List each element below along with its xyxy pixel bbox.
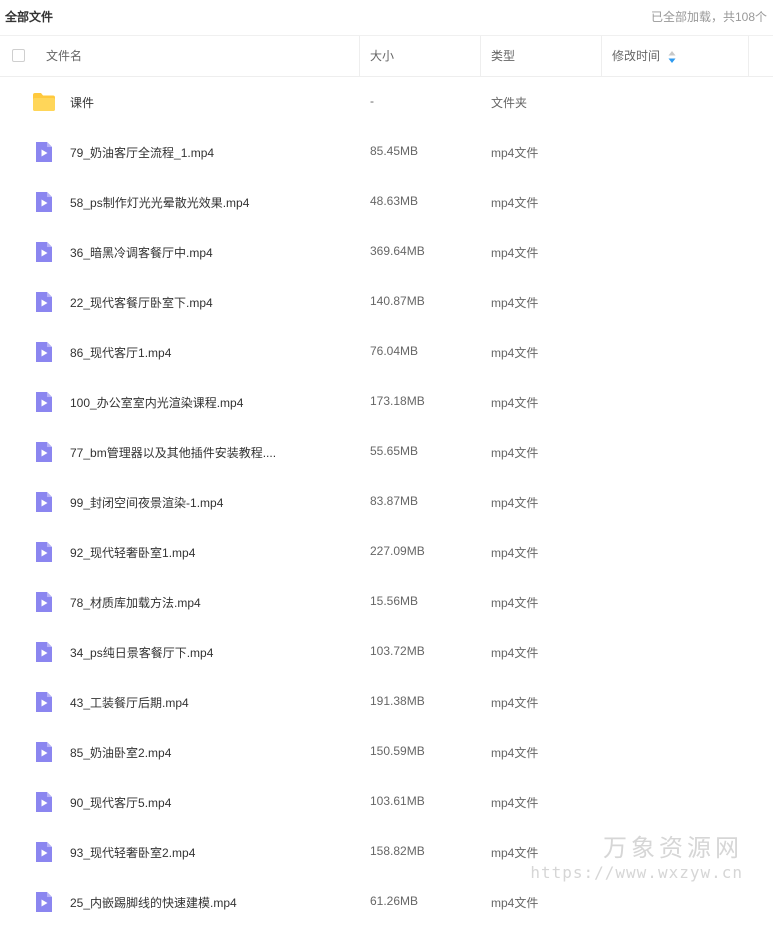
video-file-icon: [32, 290, 56, 314]
file-row[interactable]: 25_内嵌踢脚线的快速建模.mp4 61.26MB mp4文件: [0, 877, 773, 927]
file-row[interactable]: 77_bm管理器以及其他插件安装教程.... 55.65MB mp4文件: [0, 427, 773, 477]
file-name[interactable]: 25_内嵌踢脚线的快速建模.mp4: [70, 894, 350, 911]
column-header-size-label: 大小: [370, 49, 395, 63]
file-size: 369.64MB: [370, 244, 425, 258]
file-name[interactable]: 课件: [70, 94, 350, 111]
file-type: mp4文件: [491, 296, 539, 310]
file-size: 103.61MB: [370, 794, 425, 808]
file-size: 150.59MB: [370, 744, 425, 758]
file-name[interactable]: 34_ps纯日景客餐厅下.mp4: [70, 644, 350, 661]
file-size: -: [370, 94, 374, 108]
file-size: 191.38MB: [370, 694, 425, 708]
file-type: mp4文件: [491, 696, 539, 710]
file-row[interactable]: 43_工装餐厅后期.mp4 191.38MB mp4文件: [0, 677, 773, 727]
file-type: mp4文件: [491, 196, 539, 210]
file-name[interactable]: 58_ps制作灯光光晕散光效果.mp4: [70, 194, 350, 211]
file-row[interactable]: 34_ps纯日景客餐厅下.mp4 103.72MB mp4文件: [0, 627, 773, 677]
video-file-icon: [32, 340, 56, 364]
file-size: 48.63MB: [370, 194, 419, 208]
video-file-icon: [32, 840, 56, 864]
video-file-icon: [32, 740, 56, 764]
file-row[interactable]: 100_办公室室内光渲染课程.mp4 173.18MB mp4文件: [0, 377, 773, 427]
file-name[interactable]: 77_bm管理器以及其他插件安装教程....: [70, 444, 350, 461]
file-row[interactable]: 78_材质库加载方法.mp4 15.56MB mp4文件: [0, 577, 773, 627]
file-size: 103.72MB: [370, 644, 425, 658]
file-size: 83.87MB: [370, 494, 419, 508]
column-header-name-label: 文件名: [46, 49, 83, 63]
file-row[interactable]: 90_现代客厅5.mp4 103.61MB mp4文件: [0, 777, 773, 827]
file-type: mp4文件: [491, 546, 539, 560]
file-list: 课件 - 文件夹 79_奶油客厅全流程_1.mp4 85.45MB mp4文件 58_ps制…: [0, 77, 773, 927]
sort-icon[interactable]: [668, 51, 676, 63]
top-bar: 全部文件 已全部加载，共108个: [0, 0, 773, 36]
file-size: 173.18MB: [370, 394, 425, 408]
column-header-type-label: 类型: [491, 49, 516, 63]
video-file-icon: [32, 240, 56, 264]
video-file-icon: [32, 490, 56, 514]
column-header-type[interactable]: 类型: [481, 36, 602, 76]
file-name[interactable]: 100_办公室室内光渲染课程.mp4: [70, 394, 350, 411]
video-file-icon: [32, 890, 56, 914]
column-header-time-label: 修改时间: [612, 49, 661, 63]
folder-row[interactable]: 课件 - 文件夹: [0, 77, 773, 127]
file-type: mp4文件: [491, 746, 539, 760]
file-name[interactable]: 86_现代客厅1.mp4: [70, 344, 350, 361]
file-name[interactable]: 43_工装餐厅后期.mp4: [70, 694, 350, 711]
file-name[interactable]: 78_材质库加载方法.mp4: [70, 594, 350, 611]
file-size: 85.45MB: [370, 144, 419, 158]
file-size: 15.56MB: [370, 594, 419, 608]
video-file-icon: [32, 640, 56, 664]
column-header-size[interactable]: 大小: [360, 36, 481, 76]
file-size: 227.09MB: [370, 544, 425, 558]
file-type: mp4文件: [491, 246, 539, 260]
file-name[interactable]: 93_现代轻奢卧室2.mp4: [70, 844, 350, 861]
load-summary: 已全部加载，共108个: [650, 10, 767, 24]
file-row[interactable]: 22_现代客餐厅卧室下.mp4 140.87MB mp4文件: [0, 277, 773, 327]
file-name[interactable]: 79_奶油客厅全流程_1.mp4: [70, 144, 350, 161]
file-size: 158.82MB: [370, 844, 425, 858]
file-type: mp4文件: [491, 496, 539, 510]
file-name[interactable]: 99_封闭空间夜景渲染-1.mp4: [70, 494, 350, 511]
file-row[interactable]: 85_奶油卧室2.mp4 150.59MB mp4文件: [0, 727, 773, 777]
video-file-icon: [32, 690, 56, 714]
watermark: 万象资源网 https://www.wxzyw.cn: [530, 828, 743, 882]
file-size: 76.04MB: [370, 344, 419, 358]
file-type: mp4文件: [491, 446, 539, 460]
file-row[interactable]: 79_奶油客厅全流程_1.mp4 85.45MB mp4文件: [0, 127, 773, 177]
file-list-header: 文件名 大小 类型 修改时间: [0, 36, 773, 77]
column-header-name[interactable]: 文件名: [0, 36, 360, 76]
file-row[interactable]: 36_暗黑冷调客餐厅中.mp4 369.64MB mp4文件: [0, 227, 773, 277]
video-file-icon: [32, 590, 56, 614]
folder-icon: [32, 90, 56, 114]
file-type: mp4文件: [491, 346, 539, 360]
file-row[interactable]: 92_现代轻奢卧室1.mp4 227.09MB mp4文件: [0, 527, 773, 577]
select-all-checkbox[interactable]: [12, 49, 25, 62]
file-type: mp4文件: [491, 896, 539, 910]
watermark-url: https://www.wxzyw.cn: [530, 863, 743, 882]
video-file-icon: [32, 390, 56, 414]
video-file-icon: [32, 440, 56, 464]
video-file-icon: [32, 540, 56, 564]
video-file-icon: [32, 790, 56, 814]
file-type: mp4文件: [491, 796, 539, 810]
file-row[interactable]: 58_ps制作灯光光晕散光效果.mp4 48.63MB mp4文件: [0, 177, 773, 227]
file-type: mp4文件: [491, 146, 539, 160]
breadcrumb[interactable]: 全部文件: [5, 8, 53, 25]
file-row[interactable]: 99_封闭空间夜景渲染-1.mp4 83.87MB mp4文件: [0, 477, 773, 527]
video-file-icon: [32, 140, 56, 164]
file-name[interactable]: 36_暗黑冷调客餐厅中.mp4: [70, 244, 350, 261]
file-name[interactable]: 85_奶油卧室2.mp4: [70, 744, 350, 761]
video-file-icon: [32, 190, 56, 214]
file-type: mp4文件: [491, 396, 539, 410]
file-name[interactable]: 92_现代轻奢卧室1.mp4: [70, 544, 350, 561]
file-size: 140.87MB: [370, 294, 425, 308]
file-type: 文件夹: [491, 96, 528, 110]
file-type: mp4文件: [491, 596, 539, 610]
file-name[interactable]: 90_现代客厅5.mp4: [70, 794, 350, 811]
file-row[interactable]: 86_现代客厅1.mp4 76.04MB mp4文件: [0, 327, 773, 377]
file-type: mp4文件: [491, 646, 539, 660]
file-size: 55.65MB: [370, 444, 419, 458]
file-name[interactable]: 22_现代客餐厅卧室下.mp4: [70, 294, 350, 311]
watermark-title: 万象资源网: [603, 834, 743, 862]
